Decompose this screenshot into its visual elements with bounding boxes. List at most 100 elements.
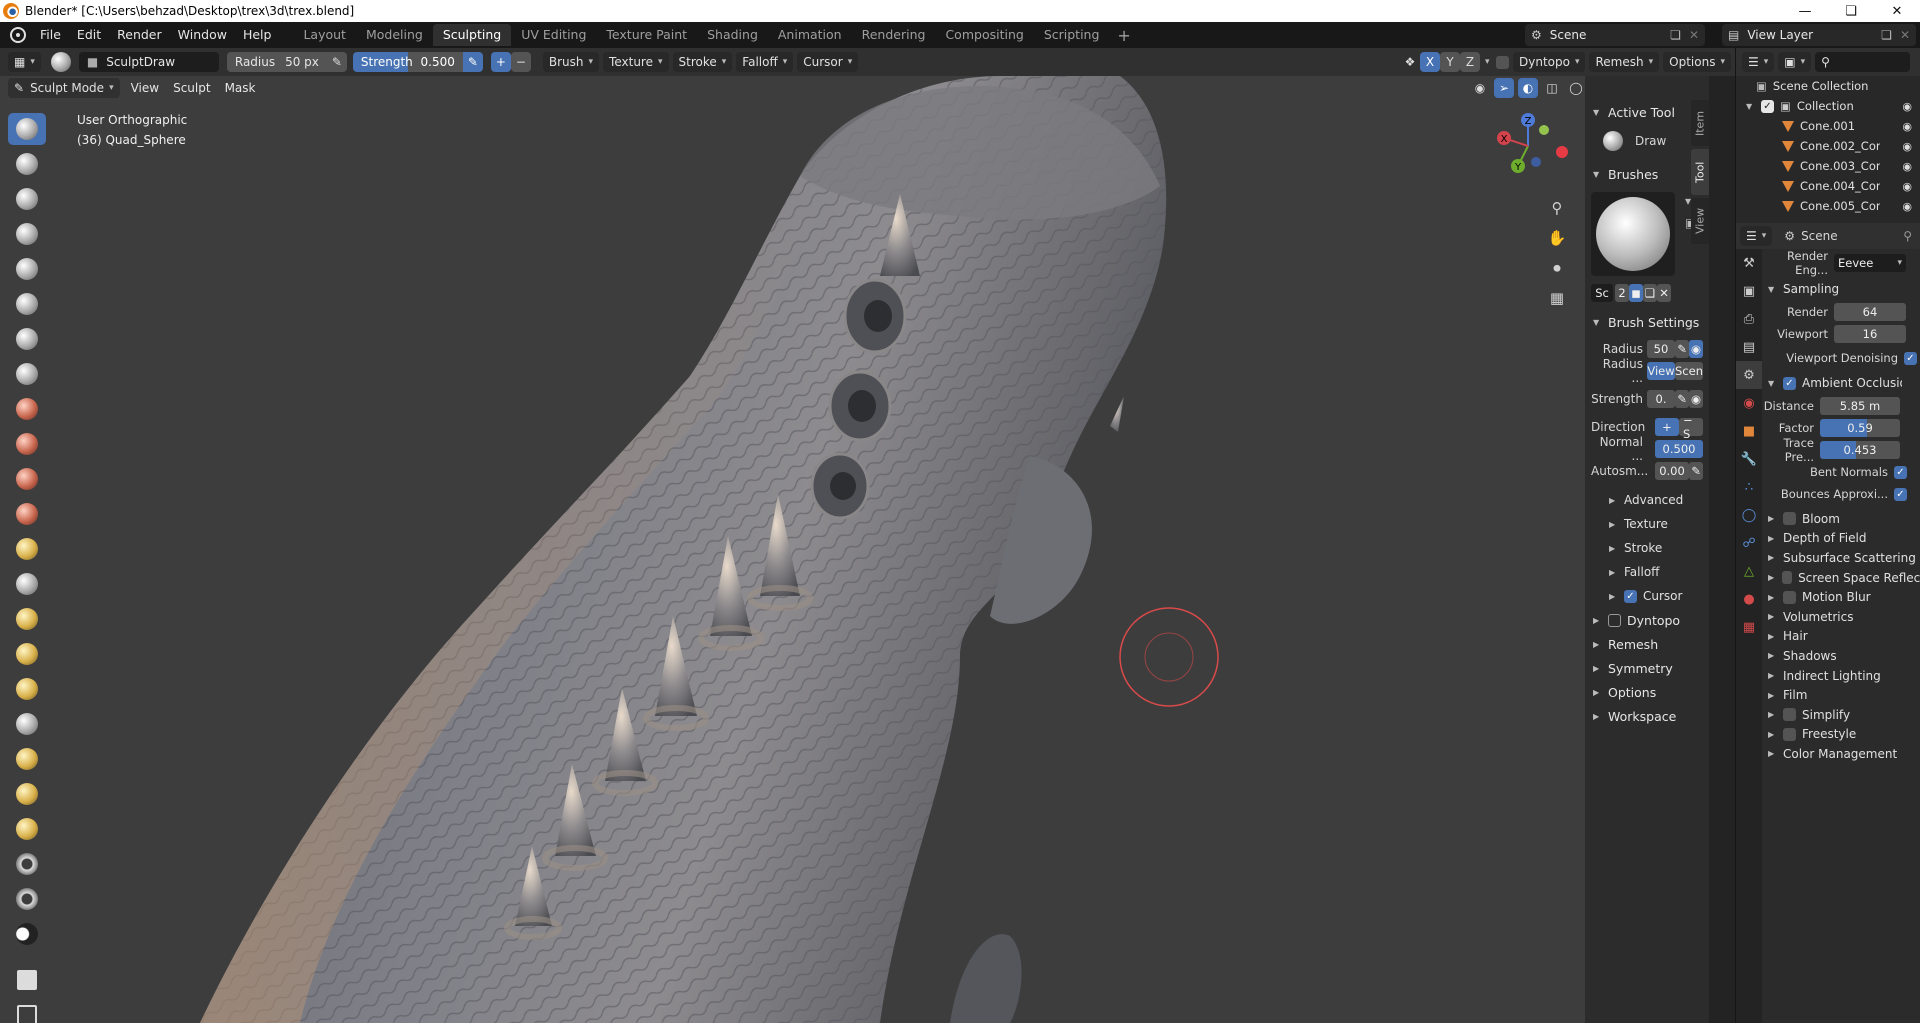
- autosmooth-pressure-icon[interactable]: ✎: [1689, 462, 1703, 480]
- menu-file[interactable]: File: [32, 22, 69, 48]
- dyntopo-checkbox[interactable]: [1496, 55, 1509, 69]
- collection-row[interactable]: ▼ ✓ ▣ Collection ◉: [1736, 96, 1920, 116]
- ambient-occlusion-panel-header[interactable]: ▼ ✓ Ambient Occlusion: [1762, 371, 1920, 395]
- new-view-layer-icon[interactable]: ❏: [1881, 28, 1892, 42]
- remesh-panel-header[interactable]: ▶ Remesh: [1585, 632, 1709, 656]
- cursor-checkbox[interactable]: ✓: [1624, 589, 1637, 603]
- pin-icon[interactable]: ⚲: [1903, 229, 1912, 243]
- symmetry-y-toggle[interactable]: Y: [1440, 52, 1460, 72]
- radius-slider[interactable]: Radius 50 px: [226, 52, 327, 72]
- new-scene-icon[interactable]: ❏: [1670, 28, 1681, 42]
- radius-field[interactable]: 50: [1647, 340, 1675, 358]
- overlay-toggle-icon[interactable]: ◐: [1518, 78, 1538, 98]
- radius-unit-view-button[interactable]: View: [1647, 362, 1675, 380]
- restore-icon[interactable]: ❏: [1828, 0, 1874, 22]
- section-enable-checkbox[interactable]: [1781, 571, 1793, 585]
- tool-inflate[interactable]: [8, 288, 46, 320]
- view-layer-tab-icon[interactable]: ▤: [1736, 333, 1762, 361]
- object-data-tab-icon[interactable]: △: [1736, 557, 1762, 585]
- tool-draw-face-sets[interactable]: [8, 918, 46, 950]
- navigation-gizmo[interactable]: Z Y X: [1490, 108, 1570, 188]
- tab-sculpting[interactable]: Sculpting: [432, 24, 512, 46]
- visibility-icon[interactable]: ◉: [1470, 78, 1490, 98]
- section-enable-checkbox[interactable]: [1783, 512, 1796, 526]
- radius-pressure-icon[interactable]: ✎: [326, 52, 347, 72]
- tool-box-mask[interactable]: [8, 964, 46, 996]
- outliner-display-mode[interactable]: ▣ ▾: [1778, 52, 1812, 72]
- section-enable-checkbox[interactable]: [1783, 708, 1796, 722]
- editor-type-dropdown[interactable]: ▦ ▾: [8, 52, 41, 72]
- workspace-panel-header[interactable]: ▶ Workspace: [1585, 704, 1709, 728]
- tool-flatten[interactable]: [8, 428, 46, 460]
- viewport-denoising-checkbox[interactable]: ✓: [1904, 351, 1917, 365]
- brush-thumbnail[interactable]: [1591, 192, 1675, 276]
- section-simplify[interactable]: ▶ Simplify: [1762, 705, 1920, 725]
- particles-tab-icon[interactable]: ∴: [1736, 473, 1762, 501]
- outliner-item-cone-004[interactable]: Cone.004_Cone ◉: [1736, 176, 1920, 196]
- tool-thumb[interactable]: [8, 673, 46, 705]
- brush-preview-icon[interactable]: [50, 52, 71, 72]
- strength-field[interactable]: 0.: [1647, 390, 1675, 408]
- tool-blob[interactable]: [8, 323, 46, 355]
- section-freestyle[interactable]: ▶ Freestyle: [1762, 725, 1920, 745]
- radius-unit-scene-button[interactable]: Scen: [1675, 362, 1703, 380]
- outliner-search-input[interactable]: ⚲: [1815, 52, 1910, 72]
- texture-tab-icon[interactable]: ▦: [1736, 613, 1762, 641]
- viewport-denoising-row[interactable]: Viewport Denoising ✓: [1762, 347, 1920, 369]
- section-screen-space-reflections[interactable]: ▶ Screen Space Reflections: [1762, 568, 1920, 588]
- render-samples-field[interactable]: 64: [1834, 303, 1906, 321]
- cursor-dropdown[interactable]: Cursor ▾: [797, 52, 859, 72]
- add-workspace-icon[interactable]: +: [1109, 26, 1138, 45]
- blender-logo-icon[interactable]: [10, 27, 26, 43]
- properties-editor-type[interactable]: ☰ ▾: [1740, 226, 1773, 246]
- advanced-subpanel[interactable]: ▶ Advanced: [1585, 488, 1709, 512]
- output-properties-tab-icon[interactable]: ⎙: [1736, 305, 1762, 333]
- bounces-approx-row[interactable]: Bounces Approxi... ✓: [1762, 483, 1920, 505]
- tab-rendering[interactable]: Rendering: [852, 24, 936, 46]
- tab-uv-editing[interactable]: UV Editing: [511, 24, 596, 46]
- ambient-occlusion-checkbox[interactable]: ✓: [1783, 376, 1796, 390]
- autosmooth-field[interactable]: 0.00: [1655, 462, 1689, 480]
- pan-hand-icon[interactable]: ✋: [1544, 225, 1570, 251]
- stroke-dropdown[interactable]: Stroke ▾: [672, 52, 733, 72]
- collection-include-checkbox[interactable]: ✓: [1761, 99, 1774, 113]
- modifier-properties-tab-icon[interactable]: 🔧: [1736, 445, 1762, 473]
- tool-simplify[interactable]: [8, 848, 46, 880]
- tool-smooth[interactable]: [8, 393, 46, 425]
- mode-selector[interactable]: ✎ Sculpt Mode ▾: [8, 78, 120, 98]
- tool-mask[interactable]: [8, 883, 46, 915]
- strength-unified-icon[interactable]: ◉: [1689, 390, 1703, 408]
- tool-draw[interactable]: [8, 113, 46, 145]
- options-panel-header[interactable]: ▶ Options: [1585, 680, 1709, 704]
- direction-add-button[interactable]: +: [490, 52, 511, 72]
- section-indirect-lighting[interactable]: ▶ Indirect Lighting: [1762, 666, 1920, 686]
- ao-trace-precision-slider[interactable]: 0.453: [1820, 441, 1900, 459]
- camera-icon[interactable]: ⏺: [1544, 255, 1570, 281]
- tool-clay-strips[interactable]: [8, 218, 46, 250]
- scene-collection-row[interactable]: ▣ Scene Collection: [1736, 76, 1920, 96]
- texture-dropdown[interactable]: Texture ▾: [603, 52, 669, 72]
- world-properties-tab-icon[interactable]: ◉: [1736, 389, 1762, 417]
- tab-texture-paint[interactable]: Texture Paint: [596, 24, 697, 46]
- brush-user-count[interactable]: 2: [1615, 284, 1629, 302]
- unlink-brush-icon[interactable]: ✕: [1657, 284, 1671, 302]
- direction-subtract-button[interactable]: −: [510, 52, 531, 72]
- view-layer-selector[interactable]: ▤ View Layer ❏ ✕: [1722, 24, 1916, 46]
- symmetry-x-toggle[interactable]: X: [1420, 52, 1440, 72]
- remesh-dropdown[interactable]: Remesh ▾: [1589, 52, 1660, 72]
- normal-radius-field[interactable]: 0.500: [1655, 440, 1703, 458]
- bounces-approx-checkbox[interactable]: ✓: [1894, 487, 1907, 501]
- eye-icon[interactable]: ◉: [1902, 140, 1912, 153]
- object-properties-tab-icon[interactable]: ■: [1736, 417, 1762, 445]
- tool-elastic-deform[interactable]: [8, 603, 46, 635]
- stroke-subpanel[interactable]: ▶ Stroke: [1585, 536, 1709, 560]
- strength-pressure-icon[interactable]: ✎: [462, 52, 483, 72]
- tool-box-hide[interactable]: [8, 999, 46, 1023]
- eye-icon[interactable]: ◉: [1902, 160, 1912, 173]
- outliner-item-cone-001[interactable]: Cone.001 ◉: [1736, 116, 1920, 136]
- viewport-menu-sculpt[interactable]: Sculpt: [166, 81, 217, 95]
- constraints-tab-icon[interactable]: ☍: [1736, 529, 1762, 557]
- section-subsurface-scattering[interactable]: ▶ Subsurface Scattering: [1762, 548, 1920, 568]
- direction-subtract-toggle[interactable]: − S: [1679, 413, 1703, 441]
- sidebar-tab-item[interactable]: Item: [1691, 100, 1709, 146]
